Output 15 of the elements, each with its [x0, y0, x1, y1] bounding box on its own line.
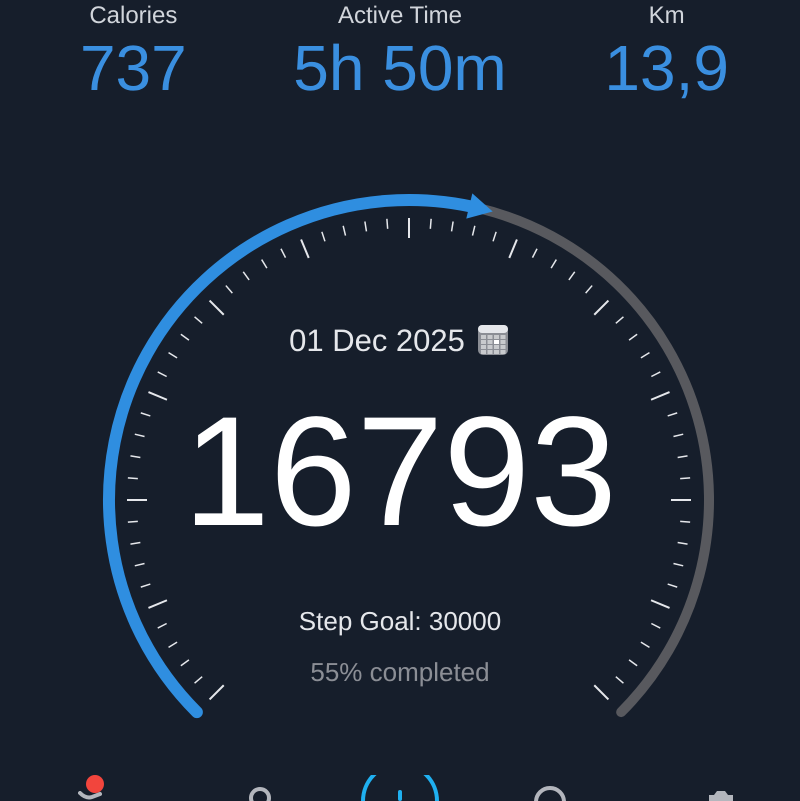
- nav-button[interactable]: [361, 775, 439, 801]
- completion-text: 55% completed: [310, 659, 490, 685]
- stat-value: 5h 50m: [293, 36, 507, 100]
- stat-value: 737: [80, 36, 187, 100]
- stat-label: Active Time: [338, 4, 462, 28]
- date-label: 01 Dec 2025: [289, 324, 465, 356]
- stat-label: Calories: [89, 4, 178, 28]
- calendar-icon[interactable]: [476, 324, 509, 356]
- step-count: 16793: [183, 394, 617, 550]
- step-goal: Step Goal: 30000: [298, 608, 502, 634]
- stat-value: 13,9: [604, 36, 729, 100]
- stat-label: Km: [648, 4, 685, 28]
- gauge-icon: [361, 775, 439, 801]
- search-icon: [533, 785, 567, 801]
- nav-button[interactable]: [533, 785, 567, 801]
